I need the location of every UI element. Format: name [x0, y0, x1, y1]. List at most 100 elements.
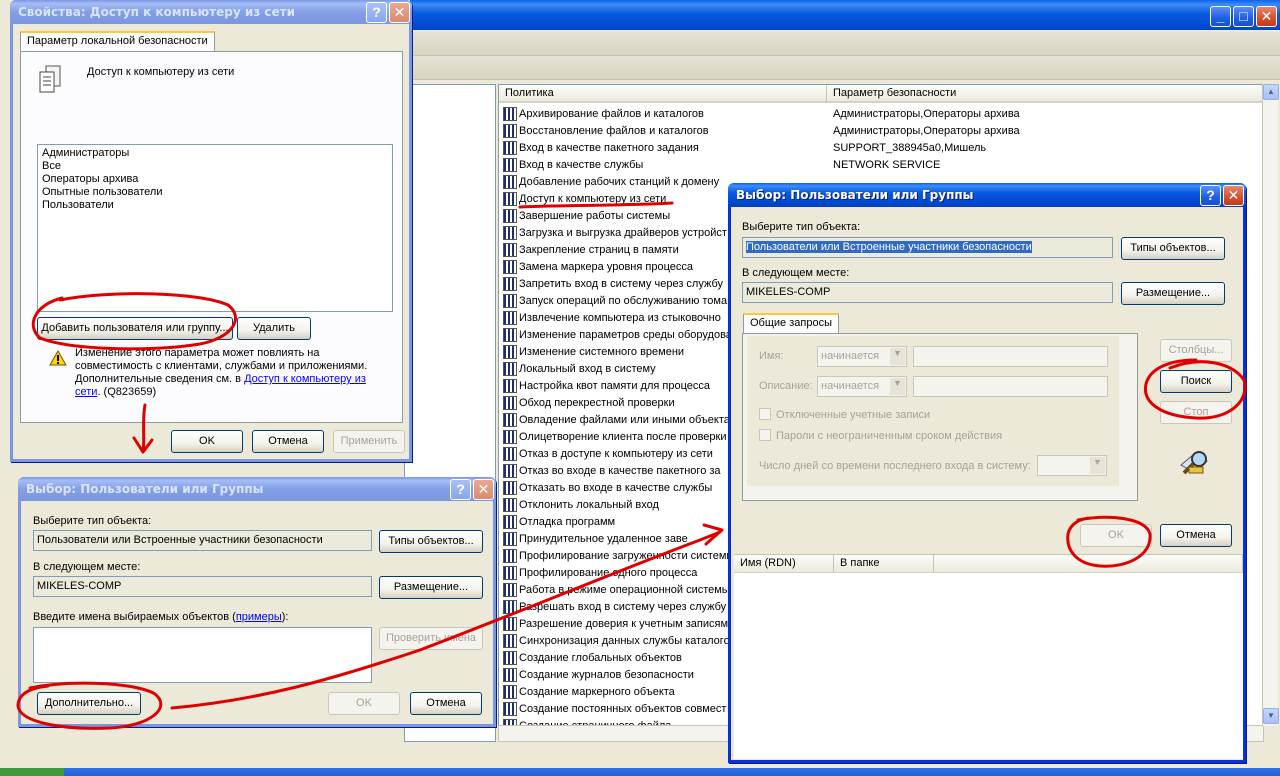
close-button[interactable]: ✕	[389, 2, 410, 23]
columns-button[interactable]: Столбцы...	[1160, 339, 1232, 362]
close-button[interactable]: ✕	[473, 479, 494, 500]
policy-name: Доступ к компьютеру из сети	[87, 66, 235, 78]
advanced-button[interactable]: Дополнительно...	[37, 692, 141, 715]
name-query-input[interactable]	[913, 346, 1108, 367]
policy-icon	[503, 243, 517, 257]
policy-name: Запуск операций по обслуживанию тома	[519, 295, 728, 307]
name-label: Имя:	[759, 350, 784, 362]
policy-name: Отказ во входе в качестве пакетного за	[519, 465, 721, 477]
warning-icon	[49, 349, 67, 369]
results-header-folder[interactable]: В папке	[834, 555, 934, 573]
scroll-up-button[interactable]: ▲	[1263, 84, 1279, 100]
policy-icon	[503, 311, 517, 325]
list-item[interactable]: Операторы архива	[42, 173, 388, 186]
policy-icon	[37, 64, 65, 94]
cancel-button[interactable]: Отмена	[410, 692, 482, 715]
location-field: MIKELES-COMP	[742, 282, 1113, 303]
policy-icon	[503, 685, 517, 699]
names-input[interactable]	[33, 627, 372, 683]
examples-link[interactable]: примеры	[236, 611, 282, 623]
policy-name: Запретить вход в систему через службу	[519, 278, 724, 290]
results-header-name[interactable]: Имя (RDN)	[734, 555, 834, 573]
check-names-button[interactable]: Проверить имена	[379, 627, 483, 650]
object-types-button[interactable]: Типы объектов...	[379, 530, 483, 553]
mmc-titlebar	[410, 0, 1280, 30]
scroll-down-button[interactable]: ▼	[1263, 708, 1279, 724]
tab-common-queries[interactable]: Общие запросы	[743, 313, 839, 333]
policy-setting: Администраторы,Операторы архива	[833, 108, 1020, 120]
policy-icon	[503, 702, 517, 716]
disabled-accounts-checkbox[interactable]	[759, 408, 771, 420]
list-item[interactable]: Пользователи	[42, 199, 388, 212]
column-header-policy[interactable]: Политика	[499, 85, 827, 103]
stop-button[interactable]: Стоп	[1160, 401, 1232, 424]
policy-name: Отказать во входе в качестве службы	[519, 482, 713, 494]
mmc-toolbar	[410, 56, 1280, 80]
mmc-minimize-button[interactable]: _	[1210, 6, 1231, 27]
chevron-down-icon: ▼	[890, 378, 905, 395]
close-button[interactable]: ✕	[1223, 185, 1244, 206]
policy-row[interactable]: Вход в качестве пакетного задания SUPPORT…	[501, 140, 1261, 157]
policy-icon	[503, 107, 517, 121]
name-condition-select[interactable]: начинается ▼	[817, 346, 907, 367]
remove-button[interactable]: Удалить	[237, 317, 311, 340]
policy-name: Добавление рабочих станций к домену	[519, 176, 720, 188]
start-button-strip[interactable]	[0, 768, 64, 776]
list-item[interactable]: Все	[42, 160, 388, 173]
description-condition-select[interactable]: начинается ▼	[817, 376, 907, 397]
warning-link[interactable]: Доступ к компьютеру из	[244, 373, 366, 385]
mmc-maximize-button[interactable]: □	[1233, 6, 1254, 27]
policy-name: Разрешать вход в систему через службу	[519, 601, 727, 613]
object-type-field: Пользователи или Встроенные участники бе…	[33, 530, 372, 551]
mmc-close-button[interactable]: ✕	[1256, 6, 1277, 27]
search-button[interactable]: Поиск	[1160, 370, 1232, 393]
ok-button[interactable]: OK	[328, 692, 400, 715]
object-type-label: Выберите тип объекта:	[742, 221, 861, 233]
mmc-menubar	[410, 32, 1280, 56]
policy-name: Создание глобальных объектов	[519, 652, 682, 664]
policy-icon	[503, 464, 517, 478]
cancel-button[interactable]: Отмена	[252, 430, 324, 453]
description-query-input[interactable]	[913, 376, 1108, 397]
policy-name: Профилирование одного процесса	[519, 567, 698, 579]
add-user-button[interactable]: Добавить пользователя или группу...	[37, 317, 233, 340]
non-expiring-checkbox[interactable]	[759, 429, 771, 441]
policy-name: Создание постоянных объектов совмест	[519, 703, 727, 715]
days-since-logon-select[interactable]: ▼	[1037, 455, 1107, 476]
policy-name: Извлечение компьютера из стыковочно	[519, 312, 721, 324]
vertical-scrollbar[interactable]: ▲ ▼	[1262, 84, 1279, 726]
list-item[interactable]: Администраторы	[42, 147, 388, 160]
policy-icon	[503, 498, 517, 512]
policy-row[interactable]: Вход в качестве службы NETWORK SERVICE	[501, 157, 1261, 174]
policy-name: Обход перекрестной проверки	[519, 397, 675, 409]
policy-name: Закрепление страниц в памяти	[519, 244, 679, 256]
select-users-titlebar: Выбор: Пользователи или Группы	[18, 477, 496, 501]
column-header-setting[interactable]: Параметр безопасности	[827, 85, 1263, 103]
list-item[interactable]: Опытные пользователи	[42, 186, 388, 199]
policy-row[interactable]: Восстановление файлов и каталогов Админис…	[501, 123, 1261, 140]
policy-icon	[503, 226, 517, 240]
policy-icon	[503, 600, 517, 614]
policy-icon	[503, 294, 517, 308]
object-types-button[interactable]: Типы объектов...	[1121, 237, 1225, 260]
help-button[interactable]: ?	[450, 479, 471, 500]
help-button[interactable]: ?	[1200, 185, 1221, 206]
apply-button[interactable]: Применить	[333, 430, 405, 453]
policy-name: Работа в режиме операционной системы	[519, 584, 730, 596]
locations-button[interactable]: Размещение...	[1121, 282, 1225, 305]
warning-link-2[interactable]: сети	[75, 386, 97, 398]
locations-button[interactable]: Размещение...	[379, 576, 483, 599]
policy-row[interactable]: Архивирование файлов и каталогов Админист…	[501, 106, 1261, 123]
object-type-value: Пользователи или Встроенные участники бе…	[746, 241, 1032, 253]
search-results-list[interactable]: Имя (RDN) В папке	[734, 554, 1243, 759]
ok-button[interactable]: OK	[171, 430, 243, 453]
cancel-button[interactable]: Отмена	[1160, 524, 1232, 547]
policy-setting: NETWORK SERVICE	[833, 159, 941, 171]
ok-button[interactable]: OK	[1080, 524, 1152, 547]
tab-local-security-setting[interactable]: Параметр локальной безопасности	[20, 31, 215, 51]
members-list[interactable]: Администраторы Все Операторы архива Опыт…	[37, 144, 393, 312]
help-button[interactable]: ?	[366, 2, 387, 23]
policy-icon	[503, 396, 517, 410]
advanced-select-titlebar: Выбор: Пользователи или Группы	[728, 183, 1246, 207]
policy-name: Овладение файлами или иными объектам	[519, 414, 738, 426]
